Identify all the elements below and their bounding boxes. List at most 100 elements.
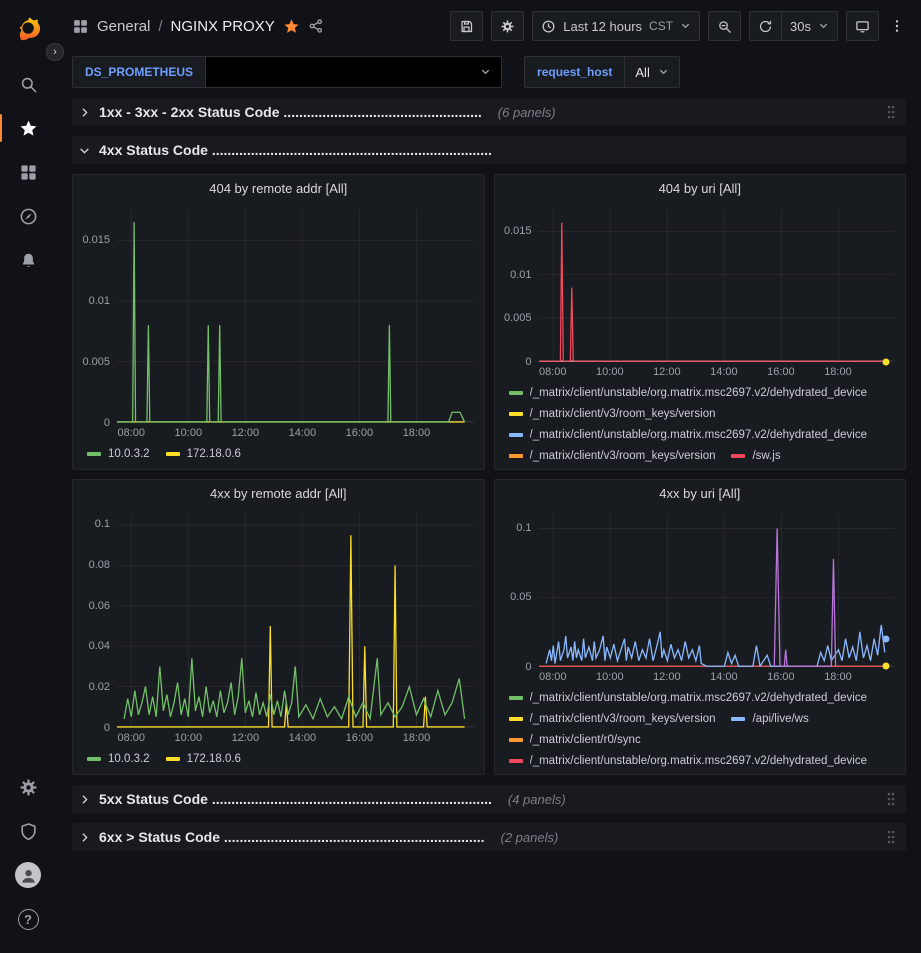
row-header-5xx[interactable]: 5xx Status Code ........................… bbox=[72, 785, 906, 813]
starred-dashboards-icon[interactable] bbox=[0, 106, 56, 150]
plot-area[interactable] bbox=[539, 209, 896, 362]
grafana-logo[interactable] bbox=[11, 10, 45, 44]
panel: 404 by remote addr [All]00.0050.010.0150… bbox=[72, 174, 485, 470]
row-drag-handle-icon[interactable] bbox=[882, 827, 900, 847]
row-title: 1xx - 3xx - 2xx Status Code ............… bbox=[99, 104, 482, 120]
row-panel-count: (2 panels) bbox=[501, 830, 559, 845]
legend-label: /_matrix/client/unstable/org.matrix.msc2… bbox=[530, 692, 868, 704]
dashboards-icon[interactable] bbox=[0, 150, 56, 194]
row-header-6xx[interactable]: 6xx > Status Code ......................… bbox=[72, 823, 906, 851]
x-axis-label: 14:00 bbox=[710, 366, 738, 378]
request-host-variable-select[interactable]: All bbox=[625, 56, 679, 88]
series-line bbox=[546, 625, 885, 666]
x-axis-label: 18:00 bbox=[824, 366, 852, 378]
x-axis-label: 10:00 bbox=[175, 732, 203, 744]
y-axis-label: 0.005 bbox=[82, 356, 110, 368]
favorite-star-icon[interactable] bbox=[283, 18, 300, 35]
panel-title[interactable]: 404 by remote addr [All] bbox=[73, 175, 484, 201]
breadcrumb-folder[interactable]: General bbox=[97, 18, 150, 35]
row-drag-handle-icon[interactable] bbox=[882, 102, 900, 122]
time-zone-label: CST bbox=[649, 19, 673, 33]
legend-item[interactable]: 172.18.0.6 bbox=[166, 444, 241, 463]
y-axis-label: 0.015 bbox=[504, 225, 532, 237]
chevron-down-icon bbox=[480, 65, 491, 80]
server-admin-shield-icon[interactable] bbox=[0, 809, 56, 853]
cycle-view-mode-monitor-button[interactable] bbox=[846, 11, 879, 41]
zoom-out-time-button[interactable] bbox=[708, 11, 741, 41]
refresh-interval-dropdown[interactable]: 30s bbox=[781, 11, 838, 41]
legend-item[interactable]: 172.18.0.6 bbox=[166, 749, 241, 768]
clock-icon bbox=[541, 19, 556, 34]
y-axis-label: 0.01 bbox=[510, 269, 531, 281]
panel-title[interactable]: 4xx by uri [All] bbox=[495, 480, 906, 506]
legend-item[interactable]: /_matrix/client/v3/room_keys/version bbox=[509, 404, 716, 423]
save-dashboard-button[interactable] bbox=[450, 11, 483, 41]
chevron-right-icon bbox=[78, 831, 91, 844]
plot-area[interactable] bbox=[117, 209, 474, 423]
alerting-bell-icon[interactable] bbox=[0, 238, 56, 282]
legend-item[interactable]: /_matrix/client/r0/sync bbox=[509, 730, 641, 749]
row-drag-handle-icon[interactable] bbox=[882, 789, 900, 809]
y-axis-label: 0.015 bbox=[82, 234, 110, 246]
dashboard-toolbar: General / NGINX PROXY bbox=[56, 0, 921, 52]
x-axis-label: 16:00 bbox=[767, 366, 795, 378]
legend-label: /_matrix/client/r0/sync bbox=[530, 734, 641, 746]
legend-label: /_matrix/client/unstable/org.matrix.msc2… bbox=[530, 755, 868, 767]
time-range-picker[interactable]: Last 12 hours CST bbox=[532, 11, 700, 41]
plot-area[interactable] bbox=[117, 514, 474, 728]
x-axis-label: 08:00 bbox=[117, 427, 145, 439]
legend-item[interactable]: /_matrix/client/unstable/org.matrix.msc2… bbox=[509, 751, 868, 770]
x-axis-label: 10:00 bbox=[596, 671, 624, 683]
x-axis-label: 12:00 bbox=[232, 732, 260, 744]
legend-label: 10.0.3.2 bbox=[108, 753, 150, 765]
legend-item[interactable]: /_matrix/client/v3/room_keys/version bbox=[509, 709, 716, 728]
dashboard-settings-gear-button[interactable] bbox=[491, 11, 524, 41]
row-header-1xx-3xx-2xx[interactable]: 1xx - 3xx - 2xx Status Code ............… bbox=[72, 98, 906, 126]
question-mark-icon: ? bbox=[18, 909, 39, 930]
chevron-down-icon bbox=[658, 65, 669, 80]
chevron-down-icon bbox=[78, 144, 91, 157]
configuration-gear-icon[interactable] bbox=[0, 765, 56, 809]
refresh-icon-button[interactable] bbox=[749, 11, 781, 41]
row-header-4xx[interactable]: 4xx Status Code ........................… bbox=[72, 136, 906, 164]
legend-label: /sw.js bbox=[752, 450, 780, 462]
datasource-variable-select[interactable] bbox=[206, 56, 502, 88]
legend-item[interactable]: /_matrix/client/unstable/org.matrix.msc2… bbox=[509, 383, 868, 402]
legend-swatch bbox=[509, 717, 523, 721]
search-icon[interactable] bbox=[0, 62, 56, 106]
x-axis-label: 12:00 bbox=[653, 366, 681, 378]
legend-item[interactable]: 10.0.3.2 bbox=[87, 749, 150, 768]
legend: 10.0.3.2 172.18.0.6 bbox=[73, 442, 484, 469]
explore-compass-icon[interactable] bbox=[0, 194, 56, 238]
help-icon[interactable]: ? bbox=[0, 897, 56, 941]
user-avatar[interactable] bbox=[0, 853, 56, 897]
y-axis: 00.0050.010.015 bbox=[503, 209, 539, 362]
kebab-menu-icon[interactable] bbox=[887, 18, 907, 34]
panel-title[interactable]: 4xx by remote addr [All] bbox=[73, 480, 484, 506]
x-axis-label: 12:00 bbox=[232, 427, 260, 439]
expand-sidebar-chevron-button[interactable]: › bbox=[46, 43, 64, 61]
y-axis-label: 0.05 bbox=[510, 591, 531, 603]
x-axis-label: 18:00 bbox=[403, 732, 431, 744]
x-axis: 08:0010:0012:0014:0016:0018:00 bbox=[117, 730, 474, 747]
y-axis-label: 0.01 bbox=[89, 295, 110, 307]
share-icon[interactable] bbox=[308, 18, 324, 34]
legend-item[interactable]: 10.0.3.2 bbox=[87, 444, 150, 463]
legend-item[interactable]: /_matrix/client/v3/room_keys/version bbox=[509, 446, 716, 465]
panel-title[interactable]: 404 by uri [All] bbox=[495, 175, 906, 201]
x-axis-label: 14:00 bbox=[710, 671, 738, 683]
x-axis-label: 10:00 bbox=[596, 366, 624, 378]
legend-swatch bbox=[166, 757, 180, 761]
legend-item[interactable]: /sw.js bbox=[731, 446, 780, 465]
breadcrumb-dashboard-title[interactable]: NGINX PROXY bbox=[171, 18, 275, 35]
x-axis-label: 08:00 bbox=[117, 732, 145, 744]
toolbar-actions: Last 12 hours CST 30s bbox=[450, 11, 907, 41]
plot-area[interactable] bbox=[539, 514, 896, 667]
legend-item[interactable]: /api/live/ws bbox=[731, 709, 808, 728]
x-axis-label: 16:00 bbox=[767, 671, 795, 683]
legend-item[interactable]: /_matrix/client/unstable/org.matrix.msc2… bbox=[509, 688, 868, 707]
legend-item[interactable]: /_matrix/client/unstable/org.matrix.msc2… bbox=[509, 425, 868, 444]
panel: 4xx by remote addr [All]00.020.040.060.0… bbox=[72, 479, 485, 775]
request-host-variable-label: request_host bbox=[524, 56, 625, 88]
row-panel-count: (4 panels) bbox=[508, 792, 566, 807]
